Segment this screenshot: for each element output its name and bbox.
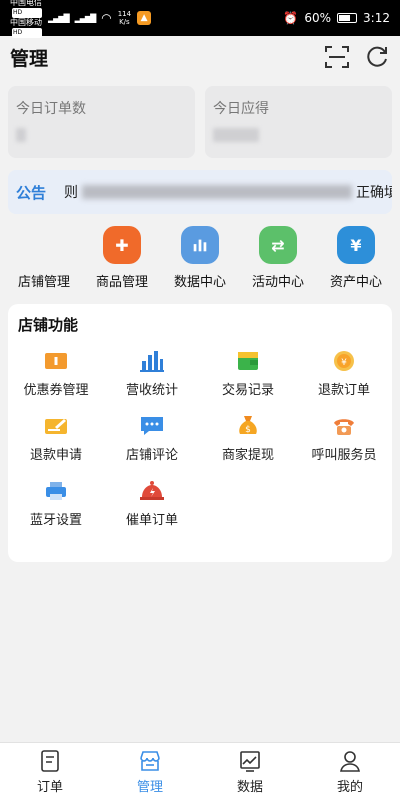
comment-icon — [138, 414, 166, 438]
carrier-1: 中国电信 — [10, 0, 42, 7]
quick-nav-label: 商品管理 — [95, 275, 148, 290]
page-title: 管理 — [10, 47, 49, 70]
function-label: 优惠券管理 — [23, 383, 89, 398]
battery-percent: 60% — [304, 11, 332, 25]
refund-request-button[interactable]: 退款申请 — [8, 414, 104, 463]
wifi-icon: ◠ — [101, 11, 112, 25]
edit-card-icon — [42, 414, 70, 438]
call-waiter-button[interactable]: 呼叫服务员 — [296, 414, 392, 463]
refund-icon: ¥ — [330, 349, 358, 373]
quick-nav-data-center[interactable]: 数据中心 — [162, 226, 238, 290]
quick-nav-product-management[interactable]: ✚ 商品管理 — [84, 226, 160, 290]
quick-nav-label: 数据中心 — [173, 275, 226, 290]
section-title: 店铺功能 — [18, 316, 79, 334]
nav-tab-profile[interactable]: 我的 — [300, 743, 400, 800]
announcement-text-start: 则 — [64, 185, 79, 201]
rush-orders-button[interactable]: 催单订单 — [104, 479, 200, 528]
yen-icon: ¥ — [337, 226, 375, 264]
store-reviews-button[interactable]: 店铺评论 — [104, 414, 200, 463]
swap-icon: ⇄ — [259, 226, 297, 264]
nav-tab-label: 我的 — [336, 779, 363, 795]
quick-nav-label: 店铺管理 — [17, 275, 70, 290]
data-icon — [240, 750, 260, 772]
carrier-info: 中国电信 HD 中国移动 HD — [10, 0, 42, 38]
announcement-text-end: 正确填 — [356, 185, 392, 201]
alarm-icon: ⏰ — [283, 11, 299, 25]
quick-nav-activity-center[interactable]: ⇄ 活动中心 — [240, 226, 316, 290]
function-label: 退款申请 — [29, 448, 82, 463]
revenue-statistics-button[interactable]: 营收统计 — [104, 349, 200, 398]
bar-chart-icon — [181, 226, 219, 264]
function-label: 营收统计 — [125, 383, 178, 398]
battery-icon — [337, 13, 358, 23]
store-icon — [25, 226, 63, 264]
function-label: 交易记录 — [221, 383, 274, 398]
merchant-withdrawal-button[interactable]: $ 商家提现 — [200, 414, 296, 463]
function-label: 店铺评论 — [125, 448, 178, 463]
network-speed: 114 K/s — [117, 10, 132, 26]
carrier-2: 中国移动 — [10, 18, 42, 27]
wallet-icon — [234, 349, 262, 373]
today-orders-card[interactable]: 今日订单数 — [8, 86, 195, 158]
bluetooth-settings-button[interactable]: 蓝牙设置 — [8, 479, 104, 528]
coupon-management-button[interactable]: 优惠券管理 — [8, 349, 104, 398]
bell-icon — [138, 479, 166, 503]
redacted-value — [16, 128, 26, 142]
order-icon — [41, 749, 59, 772]
nav-tab-orders[interactable]: 订单 — [0, 743, 100, 800]
svg-text:$: $ — [245, 425, 251, 435]
quick-nav-asset-center[interactable]: ¥ 资产中心 — [318, 226, 394, 290]
redacted-announcement — [82, 185, 353, 199]
signal-icon: ▂▄▆█ — [74, 13, 97, 23]
coupon-icon — [42, 349, 70, 373]
puzzle-icon: ✚ — [103, 226, 141, 264]
hd-badge: HD — [12, 28, 42, 38]
redacted-value — [213, 128, 259, 142]
signal-icon: ▂▄▆█ — [48, 13, 70, 23]
nav-tab-manage[interactable]: 管理 — [100, 743, 200, 800]
refund-orders-button[interactable]: ¥ 退款订单 — [296, 349, 392, 398]
function-label: 蓝牙设置 — [29, 513, 82, 528]
quick-nav: 店铺管理 ✚ 商品管理 数据中心 ⇄ 活动中心 ¥ 资产中心 — [0, 214, 400, 290]
function-label: 催单订单 — [125, 513, 178, 528]
profile-icon — [340, 750, 360, 772]
phone-icon — [330, 414, 358, 438]
svg-text:¥: ¥ — [341, 358, 347, 368]
function-label: 呼叫服务员 — [311, 448, 377, 463]
printer-icon — [42, 479, 70, 503]
nav-tab-label: 数据 — [236, 779, 263, 795]
status-bar: 中国电信 HD 中国移动 HD ▂▄▆█ ▂▄▆█ ◠ 114 K/s ▲ ⏰ 60… — [0, 0, 400, 38]
quick-nav-label: 资产中心 — [329, 275, 382, 290]
clock: 3:12 — [363, 11, 390, 25]
nav-tab-label: 管理 — [136, 779, 163, 795]
announcement-tag: 公告 — [16, 183, 47, 202]
hd-badge: HD — [12, 8, 42, 18]
store-functions-card: 店铺功能 优惠券管理 营收统计 交易记录 ¥ 退款订单 退款申请 店铺评论 $ … — [8, 304, 392, 562]
quick-nav-label: 活动中心 — [251, 275, 304, 290]
scan-icon[interactable] — [324, 44, 350, 70]
nav-tab-data[interactable]: 数据 — [200, 743, 300, 800]
page-header: 管理 — [0, 36, 400, 78]
money-bag-icon: $ — [234, 414, 262, 438]
stat-label: 今日订单数 — [16, 101, 86, 117]
stat-label: 今日应得 — [213, 101, 269, 117]
function-label: 商家提现 — [221, 448, 274, 463]
nav-tab-label: 订单 — [36, 779, 63, 795]
manage-icon — [140, 750, 160, 771]
bar-chart-icon — [138, 349, 166, 373]
announcement-bar[interactable]: 公告 则 正确填 — [8, 170, 392, 214]
today-earnings-card[interactable]: 今日应得 — [205, 86, 392, 158]
function-label: 退款订单 — [317, 383, 370, 398]
transaction-records-button[interactable]: 交易记录 — [200, 349, 296, 398]
bottom-nav: 订单 管理 数据 我的 — [0, 742, 400, 800]
quick-nav-store-management[interactable]: 店铺管理 — [6, 226, 82, 290]
refresh-icon[interactable] — [364, 44, 390, 70]
app-notification-icon: ▲ — [137, 11, 152, 25]
